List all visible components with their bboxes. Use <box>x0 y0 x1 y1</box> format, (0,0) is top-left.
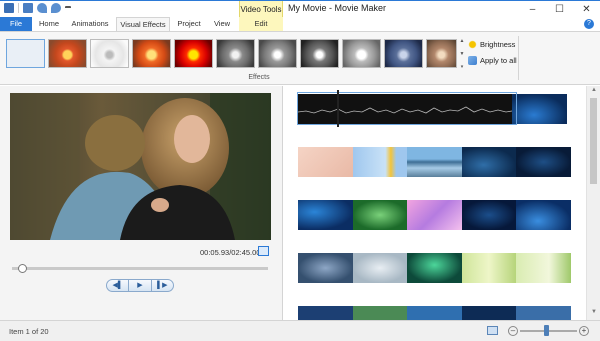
effect-blue-tint[interactable] <box>384 39 423 68</box>
effect-black-and-white[interactable] <box>258 39 297 68</box>
video-clip[interactable] <box>352 147 408 177</box>
brightness-icon <box>468 40 477 49</box>
minimize-button[interactable]: – <box>519 1 546 18</box>
help-icon[interactable]: ? <box>584 19 594 29</box>
previous-frame-button[interactable]: ◀▌ <box>107 280 128 291</box>
storyboard-row <box>298 147 571 177</box>
effect-warm[interactable] <box>48 39 87 68</box>
effect-saturated[interactable] <box>174 39 213 68</box>
scroll-up-icon[interactable]: ▲ <box>587 87 600 97</box>
window-title: My Movie - Movie Maker <box>288 3 387 13</box>
quick-access-toolbar <box>4 3 71 13</box>
video-frame-image <box>10 93 271 240</box>
main-area: 00:05.93/02:45.00 ◀▌ ▶ ▌▶ ▲ ▼ <box>0 86 600 320</box>
playback-controls: ◀▌ ▶ ▌▶ <box>106 279 174 292</box>
storyboard-row <box>298 306 571 320</box>
video-clip[interactable] <box>461 306 517 320</box>
tab-home[interactable]: Home <box>34 17 64 31</box>
effect-sketch[interactable] <box>90 39 129 68</box>
undo-icon[interactable] <box>37 3 47 13</box>
tab-visual-effects[interactable]: Visual Effects <box>116 17 170 31</box>
effect-black-and-white-contrast[interactable] <box>300 39 339 68</box>
timecode: 00:05.93/02:45.00 <box>200 248 261 257</box>
app-icon[interactable] <box>4 3 14 13</box>
zoom-thumb[interactable] <box>543 325 549 336</box>
close-button[interactable]: ✕ <box>573 1 600 18</box>
scroll-down-icon[interactable]: ▼ <box>587 309 600 319</box>
video-clip[interactable] <box>407 147 462 177</box>
storyboard-row <box>298 253 571 283</box>
gallery-down-icon[interactable]: ▼ <box>460 51 465 57</box>
video-preview[interactable] <box>10 93 271 240</box>
video-clip[interactable] <box>461 147 517 177</box>
video-clip[interactable] <box>516 306 571 320</box>
window-controls: – ☐ ✕ <box>519 1 600 18</box>
tab-view[interactable]: View <box>208 17 236 31</box>
gallery-more-icon[interactable]: ▾ <box>461 64 464 70</box>
storyboard-scrollbar[interactable]: ▲ ▼ <box>586 86 600 320</box>
tab-animations[interactable]: Animations <box>66 17 114 31</box>
gallery-scroll[interactable]: ▲ ▼ ▾ <box>459 38 465 70</box>
seek-thumb[interactable] <box>18 264 28 273</box>
video-clip[interactable] <box>461 253 517 283</box>
video-clip[interactable] <box>298 253 353 283</box>
ribbon-visual-effects: ▲ ▼ ▾ Brightness Apply to all Effects <box>0 31 600 85</box>
thumbnail-size-icon[interactable] <box>487 326 498 335</box>
ribbon-group-separator <box>518 36 519 80</box>
video-clip[interactable] <box>352 200 408 230</box>
status-bar: Item 1 of 20 – + <box>0 320 600 341</box>
video-clip[interactable] <box>407 200 462 230</box>
video-tools-context-label: Video Tools <box>239 1 283 18</box>
playhead[interactable] <box>337 90 339 127</box>
video-clip[interactable] <box>512 94 567 124</box>
video-clip[interactable] <box>516 147 571 177</box>
video-clip[interactable] <box>298 147 353 177</box>
video-clip[interactable] <box>516 253 571 283</box>
save-icon[interactable] <box>23 3 33 13</box>
apply-to-all-button[interactable]: Apply to all <box>468 56 517 65</box>
zoom-out-button[interactable]: – <box>508 326 518 336</box>
apply-to-all-label: Apply to all <box>480 56 517 65</box>
video-clip[interactable] <box>407 306 462 320</box>
zoom-in-button[interactable]: + <box>579 326 589 336</box>
effect-sepia[interactable] <box>426 39 457 68</box>
brightness-label: Brightness <box>480 40 516 49</box>
scroll-thumb[interactable] <box>590 98 597 184</box>
selected-clip-outline <box>297 92 517 125</box>
redo-icon[interactable] <box>51 3 61 13</box>
effect-grayscale[interactable] <box>216 39 255 68</box>
effect-black-and-white-high[interactable] <box>342 39 381 68</box>
next-frame-button[interactable]: ▌▶ <box>150 280 173 291</box>
apply-to-all-icon <box>468 56 477 65</box>
brightness-button[interactable]: Brightness <box>468 40 515 49</box>
video-clip[interactable] <box>461 200 517 230</box>
seek-bar[interactable] <box>12 267 268 270</box>
item-count: Item 1 of 20 <box>9 327 49 336</box>
video-clip[interactable] <box>352 253 408 283</box>
video-clip[interactable] <box>516 200 571 230</box>
storyboard <box>283 86 586 320</box>
tab-project[interactable]: Project <box>172 17 206 31</box>
play-button[interactable]: ▶ <box>128 280 150 291</box>
video-clip[interactable] <box>352 306 408 320</box>
qat-separator <box>18 3 19 13</box>
tab-edit[interactable]: Edit <box>239 17 283 31</box>
customize-qat-icon[interactable] <box>65 6 71 10</box>
effect-no-effect[interactable] <box>6 39 45 68</box>
effect-bloom[interactable] <box>132 39 171 68</box>
preview-pane: 00:05.93/02:45.00 ◀▌ ▶ ▌▶ <box>0 86 282 320</box>
gallery-up-icon[interactable]: ▲ <box>460 38 465 44</box>
effects-group-label: Effects <box>248 74 270 81</box>
ribbon-tabs: File Home Animations Visual Effects Proj… <box>0 17 600 31</box>
maximize-button[interactable]: ☐ <box>546 1 573 18</box>
video-clip[interactable] <box>298 306 353 320</box>
video-clip[interactable] <box>407 253 462 283</box>
tab-file[interactable]: File <box>0 17 32 31</box>
storyboard-row <box>298 200 571 230</box>
expand-preview-icon[interactable] <box>258 246 269 256</box>
title-bar: Video Tools My Movie - Movie Maker – ☐ ✕ <box>0 0 600 18</box>
video-clip[interactable] <box>298 200 353 230</box>
